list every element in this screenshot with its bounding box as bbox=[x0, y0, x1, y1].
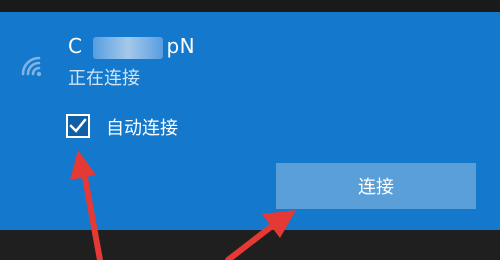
bottom-dark-strip bbox=[0, 230, 500, 260]
auto-connect-checkbox[interactable] bbox=[66, 114, 90, 138]
checkmark-icon bbox=[69, 118, 87, 133]
wifi-network-panel[interactable]: CpN 正在连接 自动连接 连接 bbox=[0, 12, 500, 230]
wifi-icon bbox=[21, 56, 42, 77]
connection-status: 正在连接 bbox=[68, 68, 140, 89]
network-name-redaction bbox=[93, 37, 163, 59]
network-name-end: pN bbox=[166, 34, 196, 58]
top-dark-strip bbox=[0, 0, 500, 12]
network-name-start: C bbox=[68, 34, 83, 58]
screenshot-stage: CpN 正在连接 自动连接 连接 bbox=[0, 0, 500, 260]
auto-connect-label: 自动连接 bbox=[106, 118, 178, 139]
connect-button[interactable]: 连接 bbox=[276, 163, 476, 209]
